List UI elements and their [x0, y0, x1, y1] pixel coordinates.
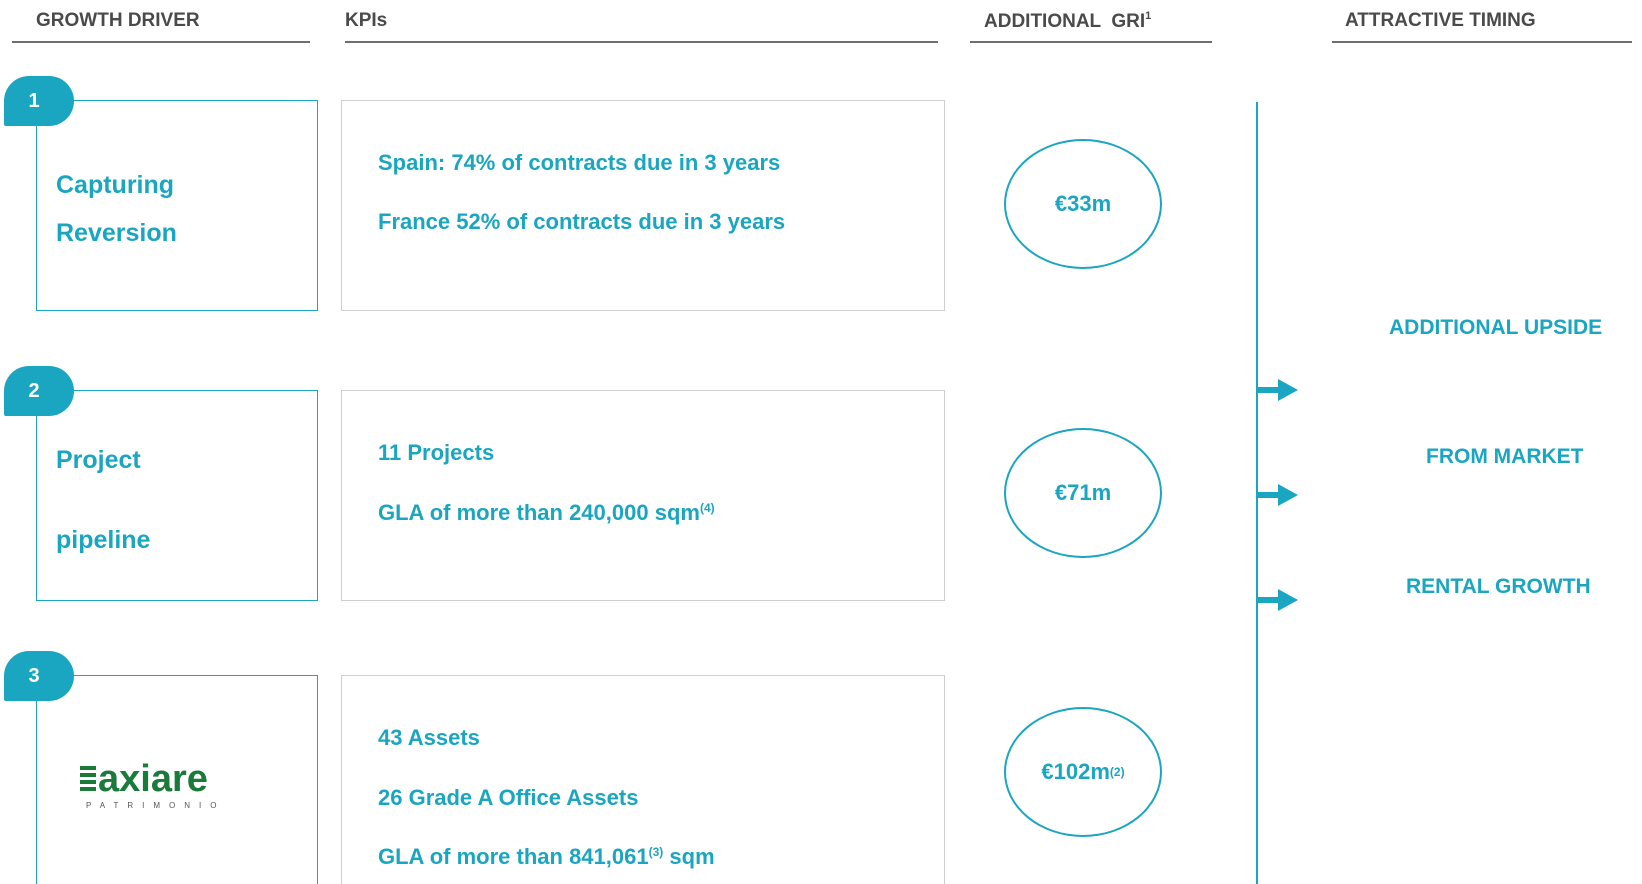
header-rule-growth-driver: [12, 41, 310, 43]
driver-label-2-line2: pipeline: [56, 526, 151, 554]
kpi-1-2: France 52% of contracts due in 3 years: [378, 209, 786, 234]
header-rule-kpis: [345, 41, 938, 43]
gri-oval-3: €102m (2): [1004, 707, 1162, 837]
header-attractive-timing: ATTRACTIVE TIMING: [1345, 10, 1536, 31]
driver-box-1: [36, 100, 318, 311]
gri-value-3-footnote: (2): [1109, 765, 1125, 779]
kpi-3-3-unit: sqm: [663, 844, 715, 869]
gri-value-2: €71m: [1054, 480, 1112, 505]
driver-number-badge-1: 1: [4, 76, 74, 126]
axiare-logo-tagline: PATRIMONIO: [86, 801, 225, 810]
header-rule-attractive-timing: [1332, 41, 1632, 43]
axiare-logo: axiare PATRIMONIO: [80, 758, 225, 810]
kpi-3-3-footnote: (3): [648, 845, 664, 859]
timing-arrow-1-icon: [1258, 379, 1298, 401]
driver-label-1-line1: Capturing: [56, 171, 175, 199]
kpi-2-2: GLA of more than 240,000 sqm(4): [378, 500, 715, 526]
header-additional-gri: ADDITIONAL GRI1: [984, 10, 1151, 33]
axiare-logo-wordmark: axiare: [98, 758, 208, 800]
timing-line-1: ADDITIONAL UPSIDE: [1389, 316, 1603, 339]
driver-number-badge-2: 2: [4, 366, 74, 416]
driver-box-2: [36, 390, 318, 601]
kpi-3-1: 43 Assets: [378, 725, 480, 750]
kpi-2-2-text: GLA of more than 240,000 sqm: [378, 500, 700, 525]
kpi-box-2: [341, 390, 945, 601]
timing-line-2: FROM MARKET: [1426, 445, 1584, 468]
header-additional-gri-label: ADDITIONAL GRI: [984, 11, 1146, 32]
header-growth-driver: GROWTH DRIVER: [36, 10, 200, 31]
gri-value-3: €102m: [1041, 759, 1110, 784]
driver-label-2-line1: Project: [56, 446, 141, 474]
driver-number-badge-3: 3: [4, 651, 74, 701]
kpi-2-2-footnote: (4): [699, 501, 715, 515]
kpi-3-3: GLA of more than 841,061(3) sqm: [378, 844, 715, 870]
kpi-3-3-text: GLA of more than 841,061: [378, 844, 649, 869]
kpi-1-1: Spain: 74% of contracts due in 3 years: [378, 150, 781, 175]
timing-line-3: RENTAL GROWTH: [1406, 575, 1591, 598]
gri-oval-2: €71m: [1004, 428, 1162, 558]
gri-value-1: €33m: [1054, 191, 1112, 216]
header-rule-additional-gri: [970, 41, 1212, 43]
kpi-box-1: [341, 100, 945, 311]
kpi-2-1: 11 Projects: [378, 440, 495, 465]
timing-arrow-3-icon: [1258, 589, 1298, 611]
timing-arrow-2-icon: [1258, 484, 1298, 506]
kpi-3-2: 26 Grade A Office Assets: [378, 785, 639, 810]
header-additional-gri-footnote: 1: [1145, 10, 1152, 22]
header-kpis: KPIs: [345, 10, 388, 31]
driver-label-1-line2: Reversion: [56, 219, 177, 247]
gri-oval-1: €33m: [1004, 139, 1162, 269]
